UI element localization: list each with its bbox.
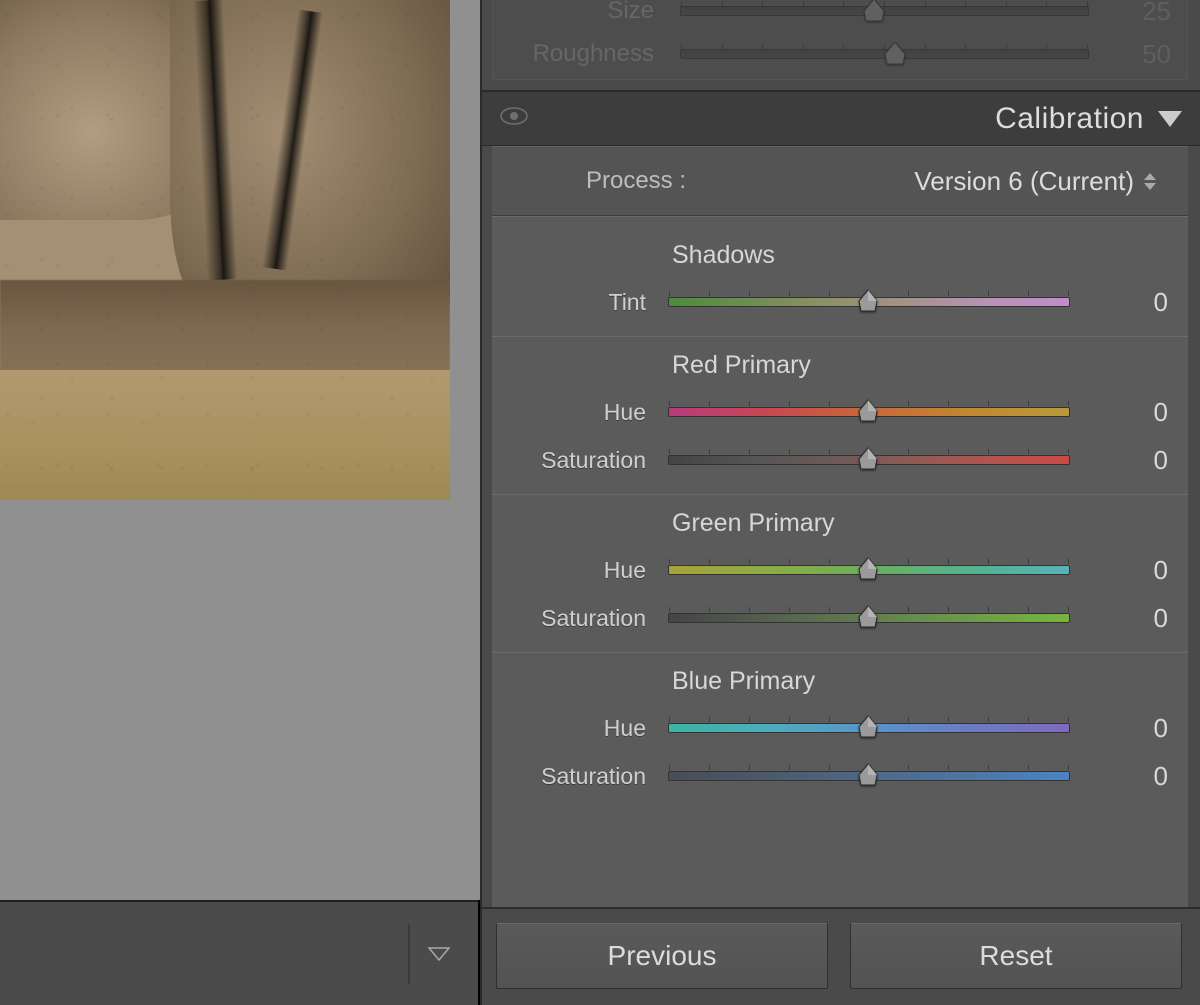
- blue-hue-slider[interactable]: [668, 723, 1070, 733]
- process-label: Process :: [492, 167, 722, 195]
- panel-title: Calibration: [528, 102, 1158, 136]
- blue-hue-value[interactable]: 0: [1076, 713, 1168, 744]
- image-preview-area[interactable]: [0, 0, 480, 900]
- grain-size-value[interactable]: 25: [1101, 0, 1171, 27]
- blue-sat-slider[interactable]: [668, 771, 1070, 781]
- red-hue-value[interactable]: 0: [1076, 397, 1168, 428]
- grain-panel: Size 25 Roughness 50: [492, 0, 1188, 80]
- grain-roughness-value[interactable]: 50: [1101, 39, 1171, 70]
- panel-visibility-toggle[interactable]: [500, 107, 528, 130]
- blue-sat-label: Saturation: [492, 763, 662, 790]
- green-sat-slider[interactable]: [668, 613, 1070, 623]
- image-preview-pane: [0, 0, 480, 1005]
- calibration-panel-body: Shadows Tint 0 Red Primary Hue 0 Saturat…: [492, 216, 1188, 907]
- develop-footer-buttons: Previous Reset: [482, 907, 1200, 1005]
- shadows-tint-value[interactable]: 0: [1076, 287, 1168, 318]
- preview-image: [0, 0, 450, 500]
- red-sat-slider[interactable]: [668, 455, 1070, 465]
- red-sat-label: Saturation: [492, 447, 662, 474]
- green-sat-label: Saturation: [492, 605, 662, 632]
- grain-roughness-slider[interactable]: [680, 49, 1089, 59]
- chevron-down-icon: [428, 947, 450, 961]
- updown-icon[interactable]: [1144, 173, 1156, 190]
- red-primary-section-title: Red Primary: [492, 341, 1188, 388]
- develop-right-panel: Size 25 Roughness 50 Calibr: [480, 0, 1200, 1005]
- toolbar-expand-button[interactable]: [428, 941, 450, 967]
- red-hue-slider[interactable]: [668, 407, 1070, 417]
- green-hue-label: Hue: [492, 557, 662, 584]
- previous-button[interactable]: Previous: [496, 923, 828, 989]
- shadows-tint-label: Tint: [492, 289, 662, 316]
- process-version-row: Process : Version 6 (Current): [492, 146, 1188, 216]
- green-sat-value[interactable]: 0: [1076, 603, 1168, 634]
- process-version-dropdown[interactable]: Version 6 (Current): [722, 166, 1144, 197]
- calibration-panel-header[interactable]: Calibration: [482, 90, 1200, 146]
- grain-size-label: Size: [493, 0, 668, 25]
- red-hue-label: Hue: [492, 399, 662, 426]
- green-hue-slider[interactable]: [668, 565, 1070, 575]
- eye-icon: [500, 107, 528, 125]
- grain-size-slider[interactable]: [680, 6, 1089, 16]
- red-sat-value[interactable]: 0: [1076, 445, 1168, 476]
- reset-button[interactable]: Reset: [850, 923, 1182, 989]
- preview-toolbar: [0, 900, 478, 1005]
- shadows-section-title: Shadows: [492, 231, 1188, 278]
- blue-sat-value[interactable]: 0: [1076, 761, 1168, 792]
- panel-collapse-icon[interactable]: [1158, 111, 1182, 127]
- grain-roughness-label: Roughness: [493, 40, 668, 68]
- blue-primary-section-title: Blue Primary: [492, 657, 1188, 704]
- green-hue-value[interactable]: 0: [1076, 555, 1168, 586]
- shadows-tint-slider[interactable]: [668, 297, 1070, 307]
- green-primary-section-title: Green Primary: [492, 499, 1188, 546]
- blue-hue-label: Hue: [492, 715, 662, 742]
